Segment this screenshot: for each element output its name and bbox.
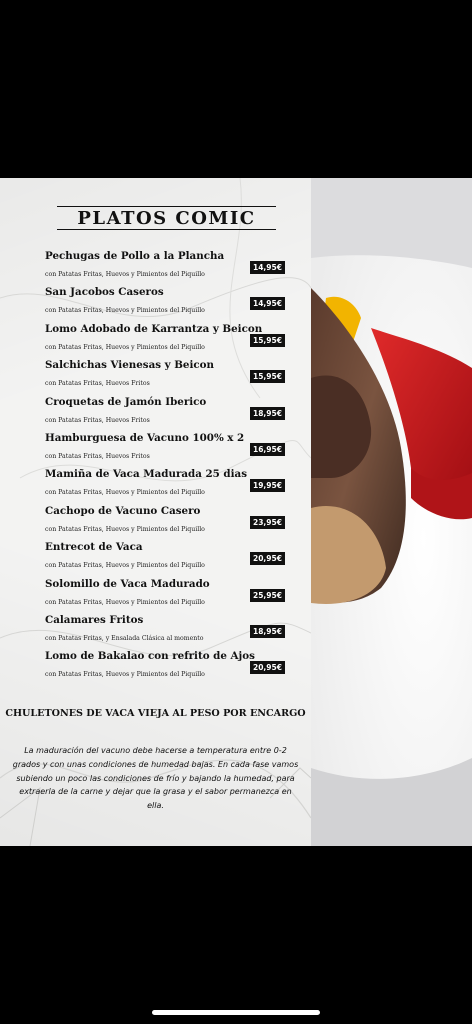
item-name: Hamburguesa de Vacuno 100% x 2 [45, 431, 245, 444]
item-description: con Patatas Fritas, Huevos y Pimientos d… [45, 562, 205, 570]
menu-item: Cachopo de Vacuno Casero con Patatas Fri… [45, 505, 285, 541]
price-badge: 18,95€ [250, 624, 285, 638]
item-name: Mamiña de Vaca Madurada 25 dias [45, 468, 248, 481]
item-description: con Patatas Fritas, Huevos y Pimientos d… [45, 489, 205, 497]
price-badge: 25,95€ [250, 588, 285, 602]
price-badge: 20,95€ [250, 552, 285, 566]
item-name: Salchichas Vienesas y Beicon [45, 359, 215, 372]
price-badge: 20,95€ [250, 661, 285, 675]
menu-item: Lomo Adobado de Karrantza y Beicon con P… [45, 323, 285, 359]
item-name: Cachopo de Vacuno Casero [45, 504, 201, 517]
menu-image: PLATOS COMIC Pechugas de Pollo a la Plan… [0, 178, 472, 846]
price-badge: 19,95€ [250, 479, 285, 493]
menu-item: Hamburguesa de Vacuno 100% x 2 con Patat… [45, 432, 285, 468]
menu-item: Solomillo de Vaca Madurado con Patatas F… [45, 578, 285, 614]
item-description: con Patatas Fritas, Huevos y Pimientos d… [45, 307, 205, 315]
title-rule-bottom [57, 229, 276, 230]
item-description: con Patatas Fritas, y Ensalada Clásica a… [45, 634, 204, 642]
menu-item: Mamiña de Vaca Madurada 25 dias con Pata… [45, 468, 285, 504]
chuleton-heading: CHULETONES DE VACA VIEJA AL PESO POR ENC… [5, 708, 306, 719]
menu-title: PLATOS COMIC [77, 208, 256, 229]
item-name: San Jacobos Caseros [45, 286, 164, 299]
item-description: con Patatas Fritas, Huevos Fritos [45, 452, 150, 460]
price-badge: 23,95€ [250, 515, 285, 529]
item-name: Solomillo de Vaca Madurado [45, 577, 210, 590]
steak-and-peppers-illustration [311, 178, 472, 846]
price-badge: 15,95€ [250, 370, 285, 384]
menu-item: Pechugas de Pollo a la Plancha con Patat… [45, 250, 285, 286]
menu-item: San Jacobos Caseros con Patatas Fritas, … [45, 286, 285, 322]
item-description: con Patatas Fritas, Huevos y Pimientos d… [45, 525, 205, 533]
item-description: con Patatas Fritas, Huevos y Pimientos d… [45, 271, 205, 278]
menu-items-list: Pechugas de Pollo a la Plancha con Patat… [45, 250, 285, 687]
item-description: con Patatas Fritas, Huevos Fritos [45, 416, 150, 424]
item-name: Entrecot de Vaca [45, 541, 143, 554]
price-badge: 14,95€ [250, 261, 285, 274]
menu-item: Entrecot de Vaca con Patatas Fritas, Hue… [45, 541, 285, 577]
menu-item: Croquetas de Jamón Iberico con Patatas F… [45, 396, 285, 432]
item-name: Calamares Fritos [45, 613, 144, 626]
menu-item: Calamares Fritos con Patatas Fritas, y E… [45, 614, 285, 650]
item-name: Pechugas de Pollo a la Plancha [45, 250, 225, 262]
item-name: Croquetas de Jamón Iberico [45, 395, 207, 408]
price-badge: 16,95€ [250, 442, 285, 456]
home-indicator[interactable] [152, 1010, 320, 1015]
menu-title-block: PLATOS COMIC [57, 206, 276, 230]
maturation-note: La maduración del vacuno debe hacerse a … [12, 746, 299, 811]
item-name: Lomo Adobado de Karrantza y Beicon [45, 322, 263, 335]
price-badge: 18,95€ [250, 406, 285, 420]
item-description: con Patatas Fritas, Huevos Fritos [45, 380, 150, 388]
item-description: con Patatas Fritas, Huevos y Pimientos d… [45, 343, 205, 351]
price-badge: 15,95€ [250, 333, 285, 347]
menu-item: Salchichas Vienesas y Beicon con Patatas… [45, 359, 285, 395]
price-badge: 14,95€ [250, 297, 285, 311]
item-description: con Patatas Fritas, Huevos y Pimientos d… [45, 598, 205, 606]
food-photo [311, 178, 472, 846]
menu-item: Lomo de Bakalao con refrito de Ajos con … [45, 650, 285, 686]
item-description: con Patatas Fritas, Huevos y Pimientos d… [45, 671, 205, 679]
menu-paper: PLATOS COMIC Pechugas de Pollo a la Plan… [0, 178, 311, 846]
title-rule-top [57, 206, 276, 207]
item-name: Lomo de Bakalao con refrito de Ajos [45, 650, 255, 663]
